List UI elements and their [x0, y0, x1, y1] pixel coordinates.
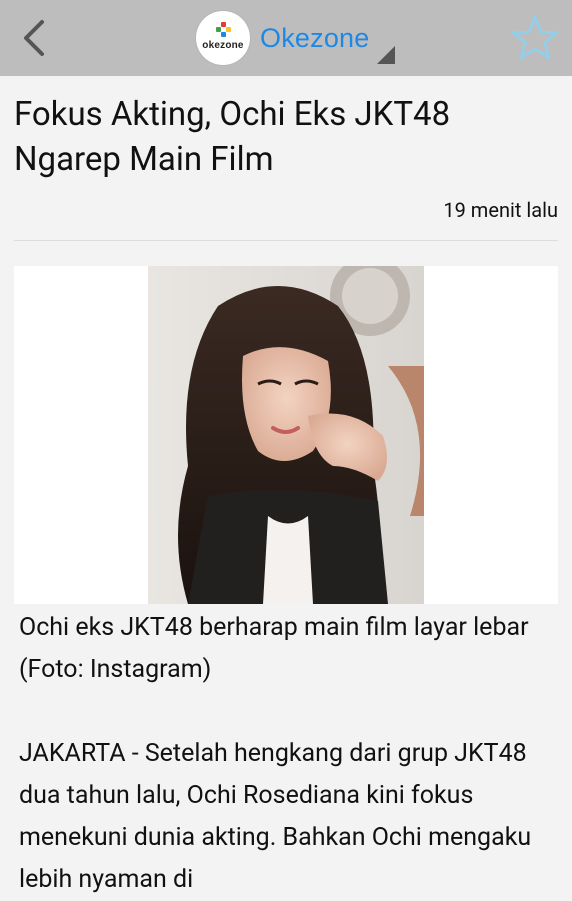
- site-name: Okezone: [260, 22, 370, 53]
- okezone-logo: okezone: [196, 11, 250, 65]
- article-body: JAKARTA - Setelah hengkang dari grup JKT…: [19, 739, 532, 894]
- article-photo[interactable]: [14, 266, 558, 604]
- dropdown-corner-icon: [377, 46, 395, 64]
- divider: [14, 240, 558, 241]
- photo-image: [148, 266, 424, 604]
- favorite-button[interactable]: [510, 14, 560, 62]
- top-toolbar: okezone Okezone: [0, 0, 572, 76]
- photo-caption: Ochi eks JKT48 berharap main film layar …: [19, 613, 529, 684]
- site-selector[interactable]: okezone Okezone: [196, 10, 369, 66]
- chevron-left-icon: [24, 20, 44, 56]
- article-time: 19 menit lalu: [443, 198, 558, 222]
- back-button[interactable]: [12, 14, 56, 62]
- logo-text: okezone: [202, 40, 244, 51]
- article-title: Fokus Akting, Ochi Eks JKT48 Ngarep Main…: [14, 95, 451, 179]
- star-outline-icon: [511, 15, 559, 60]
